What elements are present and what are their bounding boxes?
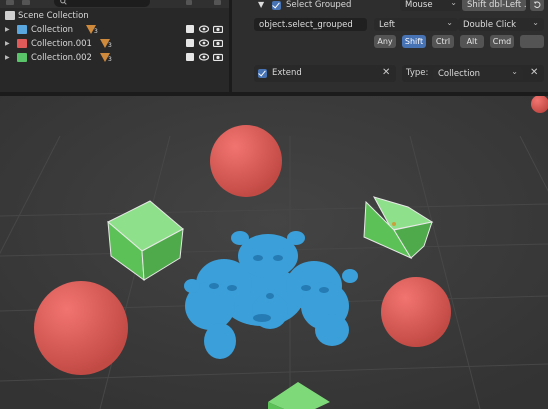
collection-label: Collection.002 <box>31 52 92 63</box>
display-mode-icon[interactable] <box>6 0 14 5</box>
red-sphere[interactable] <box>210 125 282 197</box>
outliner-row-collection-002[interactable]: ▶ Collection.002 3 <box>0 51 229 64</box>
camera-icon[interactable] <box>213 53 223 61</box>
collection-icon <box>17 25 27 34</box>
collection-icon <box>17 39 27 48</box>
viewport-scene <box>0 96 548 409</box>
event-value-dropdown[interactable]: Double Click ⌄ <box>458 18 544 31</box>
modifier-cmd-button[interactable]: Cmd <box>490 35 514 48</box>
3d-viewport[interactable] <box>0 96 548 409</box>
eye-icon[interactable] <box>199 39 209 47</box>
outliner-header <box>0 0 229 8</box>
chevron-down-icon: ⌄ <box>450 0 457 7</box>
expand-arrow-icon[interactable]: ▶ <box>5 26 10 33</box>
modifier-shift-button[interactable]: Shift <box>402 35 426 48</box>
modifier-ctrl-button[interactable]: Ctrl <box>432 35 454 48</box>
collection-icon <box>17 53 27 62</box>
scene-collection-label: Scene Collection <box>18 10 89 21</box>
mouse-button-dropdown[interactable]: Left ⌄ <box>374 18 458 31</box>
chevron-down-icon: ⌄ <box>511 67 518 76</box>
keymap-item-panel: ▼ Select Grouped Mouse ⌄ Shift dbl-Left … <box>232 0 548 92</box>
collection-label: Collection <box>31 24 74 35</box>
chevron-down-icon: ⌄ <box>446 18 453 27</box>
exclude-checkbox[interactable] <box>186 39 194 47</box>
remove-property-icon[interactable]: ✕ <box>530 67 538 78</box>
operator-id-field[interactable]: object.select_grouped <box>254 18 367 31</box>
filter-dropdown-icon[interactable] <box>22 0 30 5</box>
modifier-any-button[interactable]: Any <box>374 35 396 48</box>
outliner-panel: Scene Collection ▶ Collection 3 ▶ Collec… <box>0 0 229 92</box>
extend-checkbox[interactable] <box>258 69 267 78</box>
eye-icon[interactable] <box>199 53 209 61</box>
outliner-row-collection[interactable]: ▶ Collection 3 <box>0 23 229 36</box>
object-count-badge: 3 <box>108 56 112 63</box>
filter-icon[interactable] <box>186 0 192 5</box>
camera-icon[interactable] <box>213 39 223 47</box>
exclude-checkbox[interactable] <box>186 53 194 61</box>
object-count-badge: 3 <box>94 28 98 35</box>
outliner-row-collection-001[interactable]: ▶ Collection.001 3 <box>0 37 229 50</box>
outliner-search-input[interactable] <box>54 0 150 7</box>
chevron-down-icon: ⌄ <box>532 18 539 27</box>
expand-arrow-icon[interactable]: ▶ <box>5 40 10 47</box>
type-label: Type: <box>406 68 429 78</box>
red-sphere[interactable] <box>381 277 451 347</box>
key-modifier-field[interactable] <box>520 35 544 48</box>
restore-icon <box>533 0 541 8</box>
collapse-arrow-icon[interactable]: ▼ <box>258 0 264 9</box>
new-collection-icon[interactable] <box>214 0 221 5</box>
keymap-item-active-checkbox[interactable] <box>272 1 281 10</box>
scene-collection-icon <box>5 11 15 20</box>
type-dropdown[interactable]: Collection ⌄ <box>433 67 523 80</box>
event-summary-text: Shift dbl-Left ... <box>467 0 526 10</box>
input-type-value: Mouse <box>405 0 433 10</box>
keymap-item-name: Select Grouped <box>286 0 352 10</box>
red-sphere[interactable] <box>34 281 128 375</box>
modifier-alt-button[interactable]: Alt <box>460 35 484 48</box>
extend-label: Extend <box>272 68 302 78</box>
expand-arrow-icon[interactable]: ▶ <box>5 54 10 61</box>
event-capture-button[interactable]: Shift dbl-Left ... <box>462 0 526 11</box>
mouse-button-value: Left <box>379 19 395 30</box>
restore-item-button[interactable] <box>530 0 544 11</box>
operator-id-value: object.select_grouped <box>259 19 353 30</box>
scene-collection-row[interactable]: Scene Collection <box>0 9 229 22</box>
collection-label: Collection.001 <box>31 38 92 49</box>
object-count-badge: 3 <box>108 42 112 49</box>
type-value: Collection <box>438 68 481 79</box>
input-type-dropdown[interactable]: Mouse ⌄ <box>400 0 462 11</box>
event-value-value: Double Click <box>463 19 517 30</box>
remove-property-icon[interactable]: ✕ <box>382 67 390 78</box>
search-icon <box>60 0 67 5</box>
